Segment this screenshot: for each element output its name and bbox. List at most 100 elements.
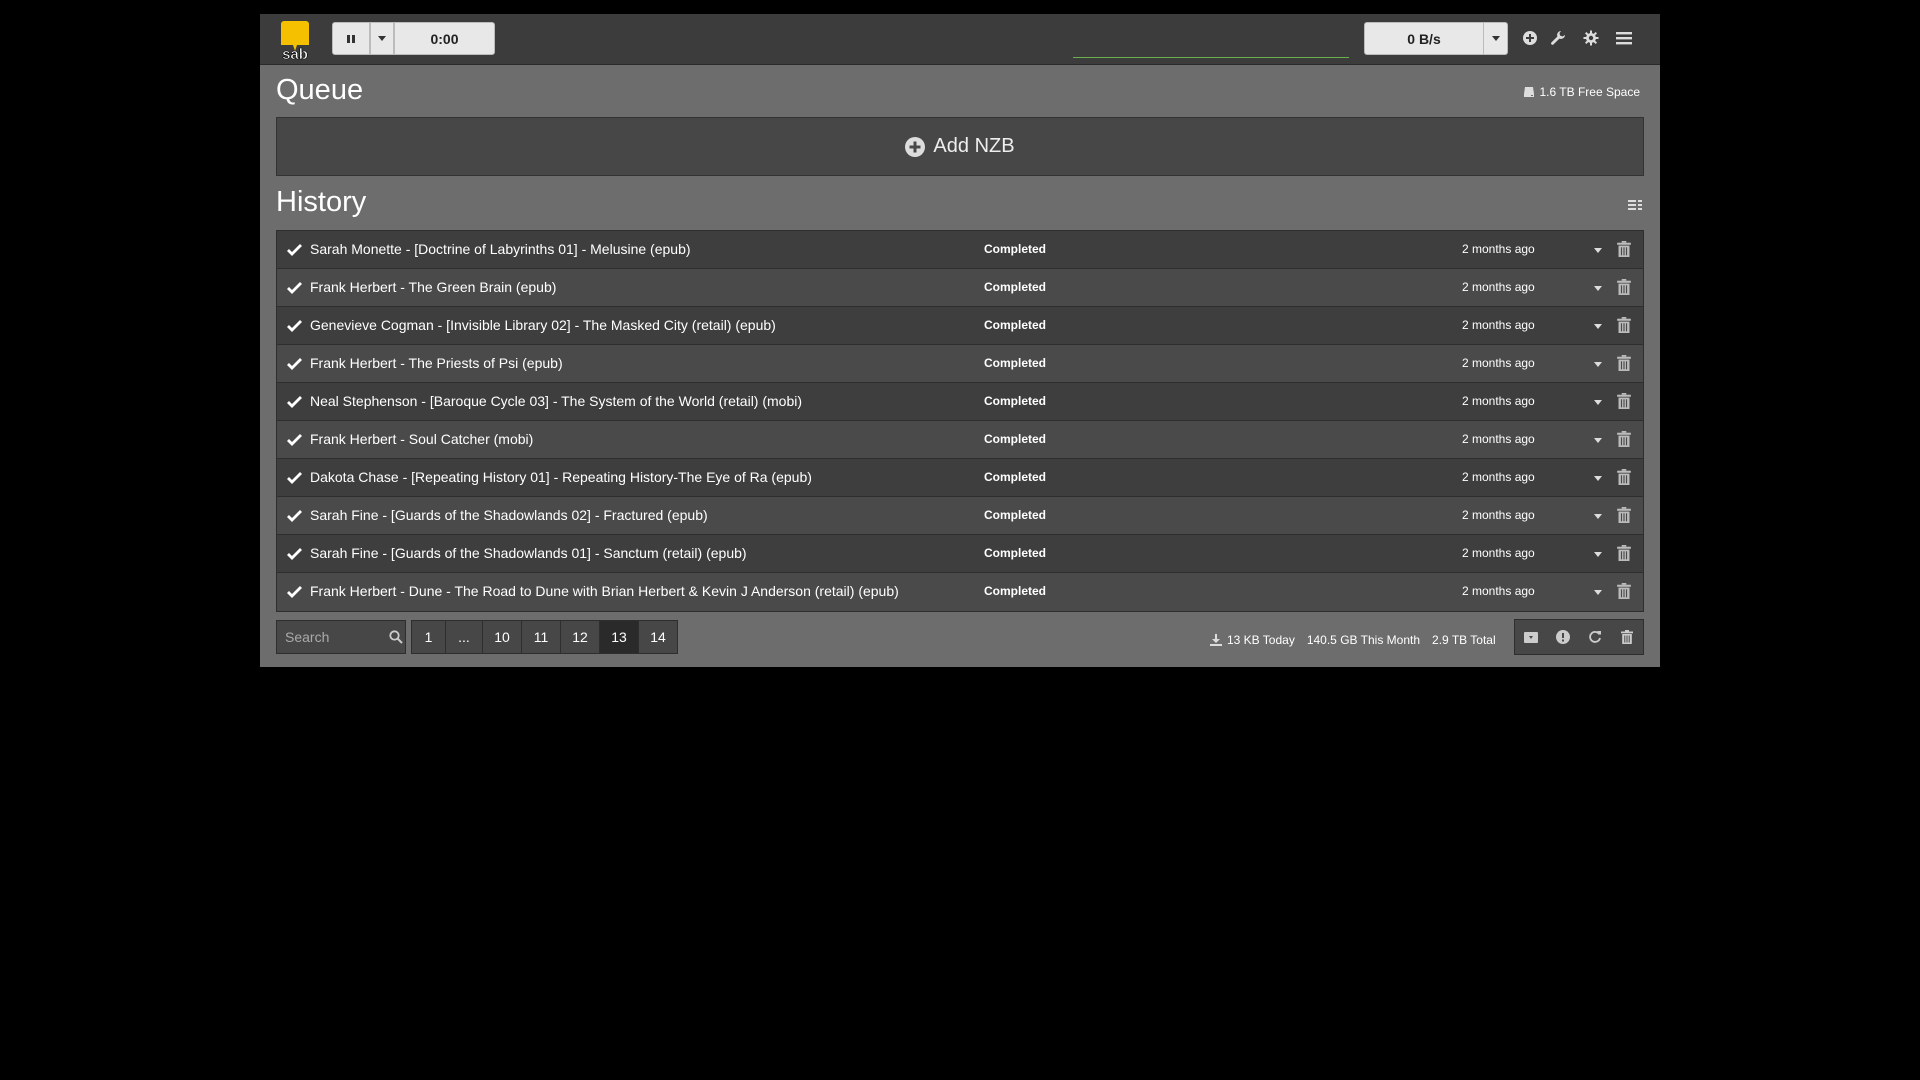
search-icon[interactable] (389, 630, 403, 644)
trash-icon[interactable] (1617, 355, 1631, 371)
history-row[interactable]: Frank Herbert - Dune - The Road to Dune … (277, 573, 1643, 611)
search-input[interactable] (277, 629, 389, 645)
refresh-icon[interactable] (1587, 629, 1603, 645)
trash-icon[interactable] (1617, 317, 1631, 333)
history-toolbar (1514, 619, 1644, 655)
stat-today-text: 13 KB Today (1227, 633, 1295, 647)
history-item-name: Sarah Fine - [Guards of the Shadowlands … (310, 507, 708, 523)
history-item-status: Completed (984, 318, 1047, 332)
trash-icon[interactable] (1617, 545, 1631, 561)
pause-duration-dropdown[interactable] (370, 22, 394, 55)
trash-icon[interactable] (1617, 393, 1631, 409)
add-circle-icon[interactable] (1519, 27, 1541, 49)
sab-logo[interactable]: sab (275, 19, 317, 63)
chevron-down-icon[interactable] (1594, 552, 1602, 557)
history-row[interactable]: Dakota Chase - [Repeating History 01] - … (277, 459, 1643, 497)
trash-icon[interactable] (1617, 279, 1631, 295)
checkmark-icon (287, 244, 302, 256)
history-item-status: Completed (984, 242, 1047, 256)
chevron-down-icon[interactable] (1594, 400, 1602, 405)
page-button-12[interactable]: 12 (560, 620, 600, 654)
speed-display[interactable]: 0 B/s (1364, 22, 1484, 55)
chevron-down-icon[interactable] (1594, 248, 1602, 253)
history-item-status: Completed (984, 394, 1047, 408)
free-space-indicator: 1.6 TB Free Space (1523, 85, 1641, 99)
trash-icon[interactable] (1617, 507, 1631, 523)
archive-icon[interactable] (1523, 629, 1539, 645)
top-navbar: sab 0:00 0 B/s (260, 14, 1660, 65)
page-button-11[interactable]: 11 (521, 620, 561, 654)
chevron-down-icon[interactable] (1594, 324, 1602, 329)
history-item-time: 2 months ago (1462, 394, 1535, 408)
download-icon (1210, 634, 1222, 646)
history-row[interactable]: Frank Herbert - Soul Catcher (mobi) Compl… (277, 421, 1643, 459)
trash-icon[interactable] (1619, 629, 1635, 645)
chevron-down-icon[interactable] (1594, 590, 1602, 595)
page-button-1[interactable]: 1 (411, 620, 446, 654)
checkmark-icon (287, 434, 302, 446)
trash-icon[interactable] (1617, 583, 1631, 599)
sabnzbd-window: sab 0:00 0 B/s Queue 1.6 TB Free Space A… (260, 14, 1660, 667)
history-item-name: Sarah Monette - [Doctrine of Labyrinths … (310, 241, 691, 257)
history-item-time: 2 months ago (1462, 356, 1535, 370)
add-nzb-label: Add NZB (933, 135, 1015, 157)
history-row[interactable]: Genevieve Cogman - [Invisible Library 02… (277, 307, 1643, 345)
chevron-down-icon[interactable] (1594, 476, 1602, 481)
free-space-text: 1.6 TB Free Space (1539, 85, 1641, 99)
queue-title: Queue (276, 74, 364, 106)
stat-month: 140.5 GB This Month (1306, 633, 1421, 647)
wrench-icon[interactable] (1547, 27, 1569, 49)
trash-icon[interactable] (1617, 469, 1631, 485)
add-nzb-button[interactable]: Add NZB (276, 117, 1644, 176)
history-item-name: Frank Herbert - Dune - The Road to Dune … (310, 583, 899, 599)
checkmark-icon (287, 586, 302, 598)
chevron-down-icon (1491, 36, 1500, 41)
history-row[interactable]: Sarah Monette - [Doctrine of Labyrinths … (277, 231, 1643, 269)
page-button-13[interactable]: 13 (599, 620, 639, 654)
history-row[interactable]: Neal Stephenson - [Baroque Cycle 03] - T… (277, 383, 1643, 421)
history-item-status: Completed (984, 356, 1047, 370)
history-item-name: Neal Stephenson - [Baroque Cycle 03] - T… (310, 393, 803, 409)
history-item-name: Frank Herbert - Soul Catcher (mobi) (310, 431, 534, 447)
trash-icon[interactable] (1617, 431, 1631, 447)
chevron-down-icon[interactable] (1594, 438, 1602, 443)
history-item-status: Completed (984, 280, 1047, 294)
trash-icon[interactable] (1617, 241, 1631, 257)
history-row[interactable]: Sarah Fine - [Guards of the Shadowlands … (277, 535, 1643, 573)
checkmark-icon (287, 282, 302, 294)
history-row[interactable]: Frank Herbert - The Green Brain (epub) Co… (277, 269, 1643, 307)
pause-button[interactable] (332, 22, 370, 55)
history-item-status: Completed (984, 508, 1047, 522)
page-ellipsis[interactable]: ... (445, 620, 483, 654)
page-button-14[interactable]: 14 (638, 620, 678, 654)
pause-icon (347, 34, 355, 43)
menu-icon[interactable] (1613, 27, 1635, 49)
history-item-name: Genevieve Cogman - [Invisible Library 02… (310, 317, 776, 333)
download-stats: 13 KB Today 140.5 GB This Month 2.9 TB T… (1210, 633, 1496, 647)
logo-text: sab (282, 46, 308, 61)
history-row[interactable]: Sarah Fine - [Guards of the Shadowlands … (277, 497, 1643, 535)
history-item-time: 2 months ago (1462, 280, 1535, 294)
history-item-name: Frank Herbert - The Green Brain (epub) (310, 279, 557, 295)
speed-limit-input[interactable] (1073, 22, 1349, 58)
history-table: Sarah Monette - [Doctrine of Labyrinths … (276, 230, 1644, 612)
history-item-time: 2 months ago (1462, 584, 1535, 598)
pagination: 1... 10 11 12 13 14 (411, 620, 678, 654)
chevron-down-icon[interactable] (1594, 286, 1602, 291)
chevron-down-icon[interactable] (1594, 362, 1602, 367)
chevron-down-icon[interactable] (1594, 514, 1602, 519)
history-row[interactable]: Frank Herbert - The Priests of Psi (epub… (277, 345, 1643, 383)
alert-icon[interactable] (1555, 629, 1571, 645)
checkmark-icon (287, 358, 302, 370)
checkmark-icon (287, 472, 302, 484)
add-circle-icon (905, 136, 926, 157)
history-item-time: 2 months ago (1462, 242, 1535, 256)
gear-icon[interactable] (1580, 27, 1602, 49)
history-options-icon[interactable] (1628, 198, 1642, 212)
page-button-10[interactable]: 10 (482, 620, 522, 654)
speed-dropdown[interactable] (1483, 22, 1508, 55)
pause-timer[interactable]: 0:00 (394, 22, 495, 55)
history-item-status: Completed (984, 546, 1047, 560)
hard-drive-icon (1523, 87, 1534, 97)
checkmark-icon (287, 510, 302, 522)
